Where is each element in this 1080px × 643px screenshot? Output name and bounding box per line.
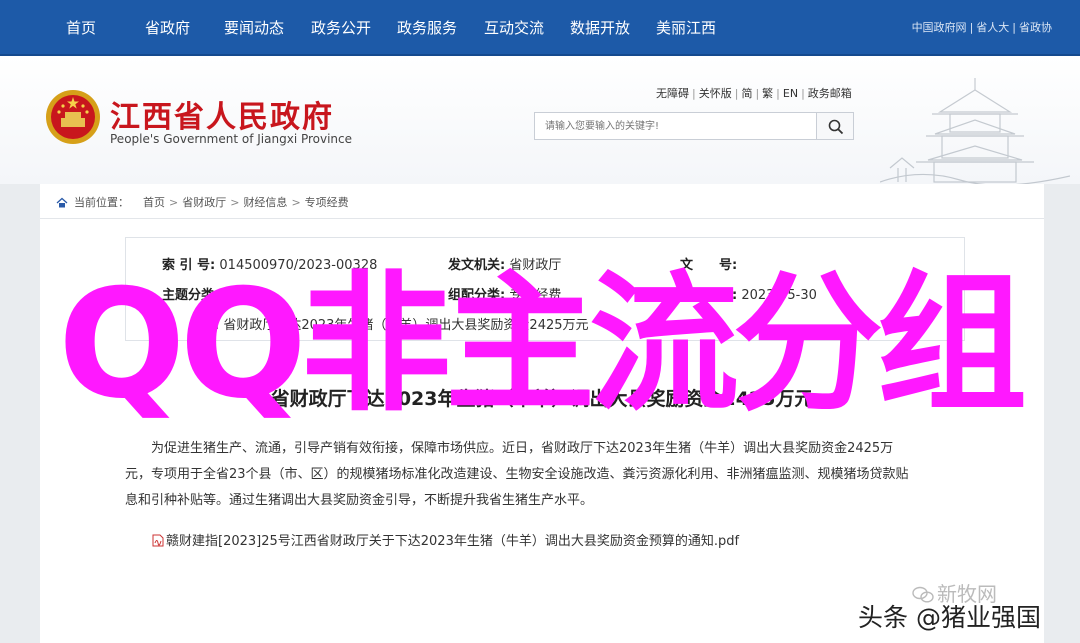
link-traditional[interactable]: 繁 (762, 87, 773, 100)
link-china-gov[interactable]: 中国政府网 (912, 21, 967, 34)
search-button[interactable] (816, 112, 854, 140)
article-paragraph-line: 为促进生猪生产、流通，引导产销有效衔接，保障市场供应。近日，省财政厅下达2023… (151, 441, 894, 456)
attachment-link[interactable]: 赣财建指[2023]25号江西省财政厅关于下达2023年生猪（牛羊）调出大县奖励… (152, 530, 739, 549)
attachment-filename: 赣财建指[2023]25号江西省财政厅关于下达2023年生猪（牛羊）调出大县奖励… (166, 534, 740, 549)
home-icon (56, 197, 68, 208)
nav-item-open-data[interactable]: 数据开放 (570, 17, 630, 38)
nav-item-interaction[interactable]: 互动交流 (484, 17, 544, 38)
nav-item-gov-disclosure[interactable]: 政务公开 (311, 17, 371, 38)
utility-links: 无障碍 | 关怀版 | 简 | 繁 | EN | 政务邮箱 (656, 87, 852, 100)
nav-item-news[interactable]: 要闻动态 (224, 17, 284, 38)
link-simplified[interactable]: 简 (741, 87, 752, 100)
link-provincial-cppcc[interactable]: 省政协 (1019, 21, 1052, 34)
breadcrumb-finance-info[interactable]: 财经信息 (243, 196, 287, 209)
overlay-caption: QQ非主流分组 (58, 258, 1027, 432)
link-gov-mail[interactable]: 政务邮箱 (808, 87, 852, 100)
pavilion-decoration-icon (880, 78, 1070, 184)
breadcrumb-divider (40, 218, 1044, 219)
breadcrumb: 当前位置： 首页 > 省财政厅 > 财经信息 > 专项经费 (56, 194, 349, 210)
breadcrumb-finance-dept[interactable]: 省财政厅 (182, 196, 226, 209)
search-input[interactable] (534, 112, 816, 140)
national-emblem-icon (46, 90, 100, 144)
site-title-cn: 江西省人民政府 (110, 100, 334, 135)
source-credit: 头条 @猪业强国 (858, 603, 1041, 632)
breadcrumb-special-funds[interactable]: 专项经费 (305, 196, 349, 209)
link-accessibility[interactable]: 无障碍 (656, 87, 689, 100)
top-navbar: 首页 省政府 要闻动态 政务公开 政务服务 互动交流 数据开放 美丽江西 中国政… (0, 0, 1080, 56)
nav-item-home[interactable]: 首页 (66, 17, 96, 38)
article-paragraph-line: 元，专项用于全省23个县（市、区）的规模猪场标准化改造建设、生物安全设施改造、粪… (125, 467, 909, 482)
breadcrumb-home[interactable]: 首页 (143, 196, 165, 209)
nav-item-beautiful-jiangxi[interactable]: 美丽江西 (656, 17, 716, 38)
search-icon (828, 119, 844, 135)
link-provincial-congress[interactable]: 省人大 (976, 21, 1009, 34)
top-external-links: 中国政府网 | 省人大 | 省政协 (911, 21, 1052, 34)
site-header: 江西省人民政府 People's Government of Jiangxi P… (0, 56, 1080, 184)
site-title-en: People's Government of Jiangxi Province (110, 132, 353, 146)
article-body: 为促进生猪生产、流通，引导产销有效衔接，保障市场供应。近日，省财政厅下达2023… (125, 436, 965, 514)
nav-item-provincial-gov[interactable]: 省政府 (145, 17, 190, 38)
breadcrumb-label: 当前位置： (74, 196, 129, 209)
link-care-version[interactable]: 关怀版 (699, 87, 732, 100)
nav-item-gov-service[interactable]: 政务服务 (397, 17, 457, 38)
article-paragraph-line: 息和引种补贴等。通过生猪调出大县奖励资金引导，不断提升我省生猪生产水平。 (125, 493, 594, 508)
pdf-icon (152, 534, 164, 547)
link-english[interactable]: EN (783, 87, 798, 100)
